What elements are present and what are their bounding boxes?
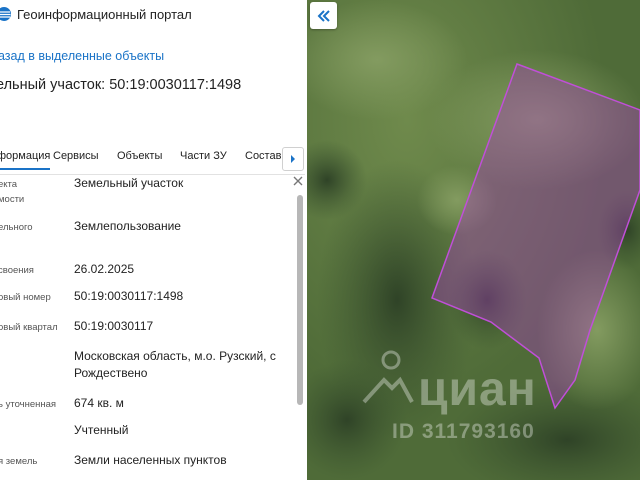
- tab-scroll-right-button[interactable]: [282, 147, 304, 171]
- portal-title: Геоинформационный портал: [17, 7, 192, 22]
- tab-composition[interactable]: Состав: [245, 150, 281, 162]
- assignment-date-value: 26.02.2025: [74, 262, 135, 276]
- tab-objects[interactable]: Объекты: [117, 150, 162, 162]
- chevron-right-icon: [291, 155, 295, 163]
- tab-information[interactable]: формация: [0, 150, 51, 170]
- object-type-value: Земельный участок: [74, 176, 184, 190]
- tab-bar: формация Сервисы Объекты Части ЗУ Состав: [0, 146, 305, 175]
- info-panel: Геоинформационный портал азад в выделенн…: [0, 0, 308, 480]
- portal-header: Геоинформационный портал: [0, 0, 307, 32]
- cadastral-number-value: 50:19:0030117:1498: [74, 289, 184, 303]
- globe-icon: [0, 7, 11, 21]
- watermark-id: ID 311793160: [392, 420, 535, 443]
- row-label: ектамости: [0, 179, 25, 205]
- row-label: ельного: [0, 222, 33, 233]
- double-chevron-left-icon: [317, 9, 330, 22]
- land-use-value: Землепользование: [74, 219, 181, 233]
- row-label: своения: [0, 265, 34, 276]
- status-value: Учтенный: [74, 423, 129, 437]
- watermark-brand: циан: [418, 363, 537, 416]
- back-to-selected-link[interactable]: азад в выделенные объекты: [0, 49, 164, 63]
- cian-logo: [362, 350, 414, 404]
- panel-scrollbar[interactable]: [297, 195, 303, 405]
- address-value: Московская область, м.о. Рузский, с Рожд…: [74, 349, 276, 380]
- land-category-value: Земли населенных пунктов: [74, 453, 227, 467]
- area-value: 674 кв. м: [74, 396, 124, 410]
- row-label: ь уточненная: [0, 399, 57, 410]
- row-label: овый квартал: [0, 322, 58, 333]
- collapse-panel-button[interactable]: [310, 2, 337, 29]
- tab-parcel-parts[interactable]: Части ЗУ: [180, 150, 227, 162]
- cadastral-quarter-value: 50:19:0030117: [74, 319, 154, 333]
- tab-services[interactable]: Сервисы: [53, 150, 99, 162]
- row-label: овый номер: [0, 292, 51, 303]
- page-title: ельный участок: 50:19:0030117:1498: [0, 77, 242, 93]
- row-label: я земель: [0, 456, 38, 467]
